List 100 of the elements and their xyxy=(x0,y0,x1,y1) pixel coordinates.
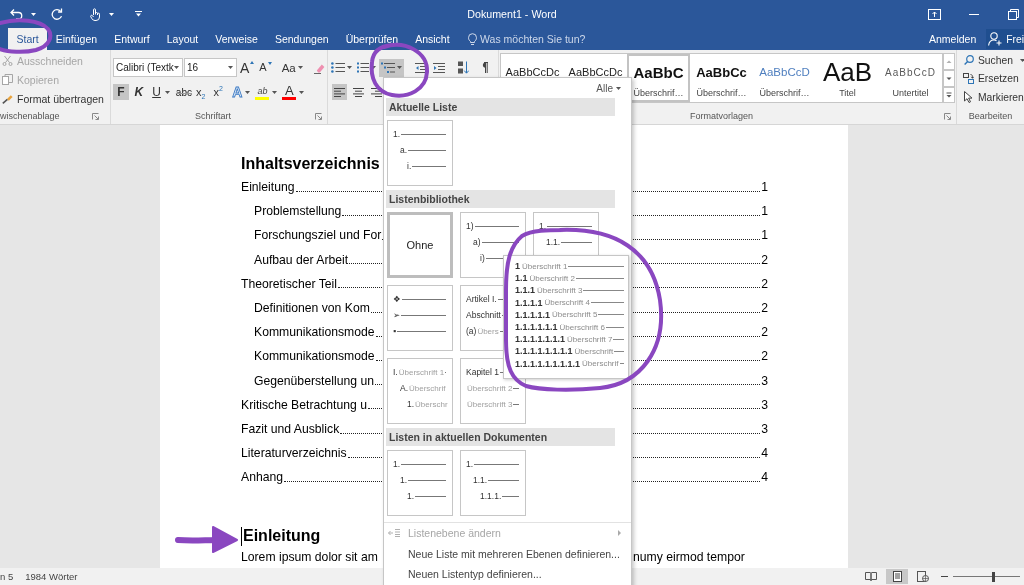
heading-style-tile[interactable]: AaBbCc Überschrif… xyxy=(690,54,753,102)
zoom-slider[interactable] xyxy=(953,571,1020,582)
minimize-icon[interactable] xyxy=(969,13,979,15)
ribbon-tab[interactable]: Verweise xyxy=(206,28,267,50)
print-layout-button[interactable] xyxy=(886,569,908,584)
list-style-tile[interactable]: 1.1. 1. xyxy=(387,450,453,516)
numbered-list-icon xyxy=(357,62,369,73)
ribbon-tab[interactable]: Ansicht xyxy=(406,28,459,50)
menu-item[interactable]: Neue Liste mit mehreren Ebenen definieren... xyxy=(384,543,631,564)
list-style-tile[interactable]: 1. a. i. xyxy=(387,120,453,186)
list-style-tile[interactable]: ❖ ➢ ▪ xyxy=(387,285,453,351)
caret-icon[interactable] xyxy=(165,90,171,94)
align-left-button[interactable] xyxy=(332,84,347,100)
caret-icon[interactable] xyxy=(31,12,36,16)
touch-mode-icon[interactable] xyxy=(90,7,100,21)
caret-icon[interactable] xyxy=(347,66,352,69)
caret-icon[interactable] xyxy=(1019,58,1024,62)
ribbon-tab[interactable]: Einfügen xyxy=(47,28,106,50)
tell-me-field[interactable]: Was möchten Sie tun? xyxy=(480,31,591,47)
page-number: 4 xyxy=(761,470,768,485)
caret-icon[interactable] xyxy=(174,66,179,69)
customize-toolbar-icon[interactable] xyxy=(135,11,142,17)
decrease-indent-icon[interactable] xyxy=(415,62,427,73)
subscript-button[interactable]: x$_{2}$ xyxy=(194,84,207,100)
underline-button[interactable]: U xyxy=(150,84,163,100)
highlight-button[interactable]: ab xyxy=(255,84,270,100)
outdent-arrow-icon xyxy=(388,529,400,538)
slider-thumb[interactable] xyxy=(991,571,995,582)
cursor-icon xyxy=(964,91,973,104)
font-color-button[interactable]: A xyxy=(282,84,297,100)
caret-up-icon xyxy=(250,60,255,64)
caret-icon[interactable] xyxy=(616,86,621,90)
subtitle-style-tile[interactable]: AaBbCcD Untertitel xyxy=(879,54,942,102)
page-number: 4 xyxy=(761,446,768,461)
list-style-tile[interactable]: I.Überschrift 1 A.Überschrif 1.Überschr xyxy=(387,358,453,424)
ribbon-tab[interactable]: Sendungen xyxy=(266,28,338,50)
pilcrow-icon[interactable] xyxy=(481,62,488,73)
toc-entry: Kommunikationsmode xyxy=(254,325,375,340)
body-text: numy eirmod tempor xyxy=(633,550,745,565)
sign-in-link[interactable]: Anmelden xyxy=(929,33,977,45)
ribbon-tab[interactable]: Start xyxy=(8,28,48,50)
caret-icon[interactable] xyxy=(371,66,376,69)
group-label: Formatvorlagen xyxy=(690,111,753,121)
sort-icon[interactable] xyxy=(458,61,469,74)
caret-icon[interactable] xyxy=(272,90,278,94)
change-case-button[interactable]: Aa xyxy=(281,61,303,74)
page-count[interactable]: n 5 xyxy=(0,571,14,582)
toc-entry: Fazit und Ausblick xyxy=(241,421,340,436)
select-button[interactable]: Markieren xyxy=(963,88,1024,107)
font-name-field[interactable]: Calibri (Textk xyxy=(113,58,183,77)
share-button[interactable]: Frei xyxy=(986,29,1024,49)
caret-icon[interactable] xyxy=(109,12,114,16)
globe-page-icon xyxy=(917,571,929,582)
caret-icon[interactable] xyxy=(228,66,233,69)
shrink-font-button[interactable]: A xyxy=(259,62,272,73)
replace-button[interactable]: Ersetzen xyxy=(963,69,1019,88)
caret-icon[interactable] xyxy=(297,66,303,69)
font-size-field[interactable]: 16 xyxy=(184,58,237,77)
normal-style-tile[interactable]: AaBbCcDc xyxy=(501,54,564,88)
ribbon-display-icon[interactable] xyxy=(928,8,941,20)
ribbon-tab[interactable]: Überprüfen xyxy=(337,28,407,50)
format-painter-button[interactable]: Format übertragen xyxy=(2,89,104,108)
word-count[interactable]: 1984 Wörter xyxy=(25,571,78,582)
list-style-tile[interactable]: Ohne xyxy=(387,212,453,278)
bold-button[interactable]: F xyxy=(113,84,129,100)
increase-indent-icon[interactable] xyxy=(433,62,445,73)
bullet-list-icon xyxy=(331,62,345,73)
heading-style-tile[interactable]: AaBbCcD Überschrif… xyxy=(753,54,816,102)
title-style-tile[interactable]: AaB Titel xyxy=(816,54,879,102)
gallery-more-icon[interactable] xyxy=(943,87,955,103)
ribbon-tab[interactable]: Layout xyxy=(158,28,207,50)
multilevel-list-button[interactable] xyxy=(379,58,404,77)
page-number: 2 xyxy=(761,252,768,267)
submenu-arrow-icon xyxy=(618,530,621,537)
menu-item[interactable]: Neuen Listentyp definieren... xyxy=(384,564,631,585)
filter-button[interactable]: Alle xyxy=(596,82,621,94)
caret-down-icon xyxy=(267,62,272,65)
dialog-launcher-icon[interactable] xyxy=(944,112,951,120)
restore-icon[interactable] xyxy=(1008,8,1019,20)
superscript-button[interactable]: x$^{2}$ xyxy=(211,84,225,100)
copy-icon xyxy=(2,74,13,85)
ribbon-tab[interactable]: Entwurf xyxy=(105,28,159,50)
lightbulb-icon[interactable] xyxy=(468,33,478,45)
toc-entry: Kommunikationsmode xyxy=(254,349,375,364)
italic-button[interactable]: K xyxy=(133,84,145,100)
dialog-launcher-icon[interactable] xyxy=(315,112,322,120)
caret-icon[interactable] xyxy=(299,90,305,94)
align-center-icon xyxy=(353,87,364,97)
caret-icon[interactable] xyxy=(397,66,402,69)
list-style-tile[interactable]: 1.1.1. 1.1.1. xyxy=(460,450,526,516)
caret-icon[interactable] xyxy=(245,90,251,94)
dialog-launcher-icon[interactable] xyxy=(92,112,99,120)
undo-icon[interactable] xyxy=(10,8,23,20)
document-heading: Einleitung xyxy=(243,527,321,546)
search-icon xyxy=(963,55,974,66)
redo-icon[interactable] xyxy=(51,8,63,20)
page-number: 1 xyxy=(761,228,768,243)
find-button[interactable]: Suchen xyxy=(963,51,1024,70)
grow-font-button[interactable]: A xyxy=(240,60,255,75)
page-number: 1 xyxy=(761,180,768,195)
